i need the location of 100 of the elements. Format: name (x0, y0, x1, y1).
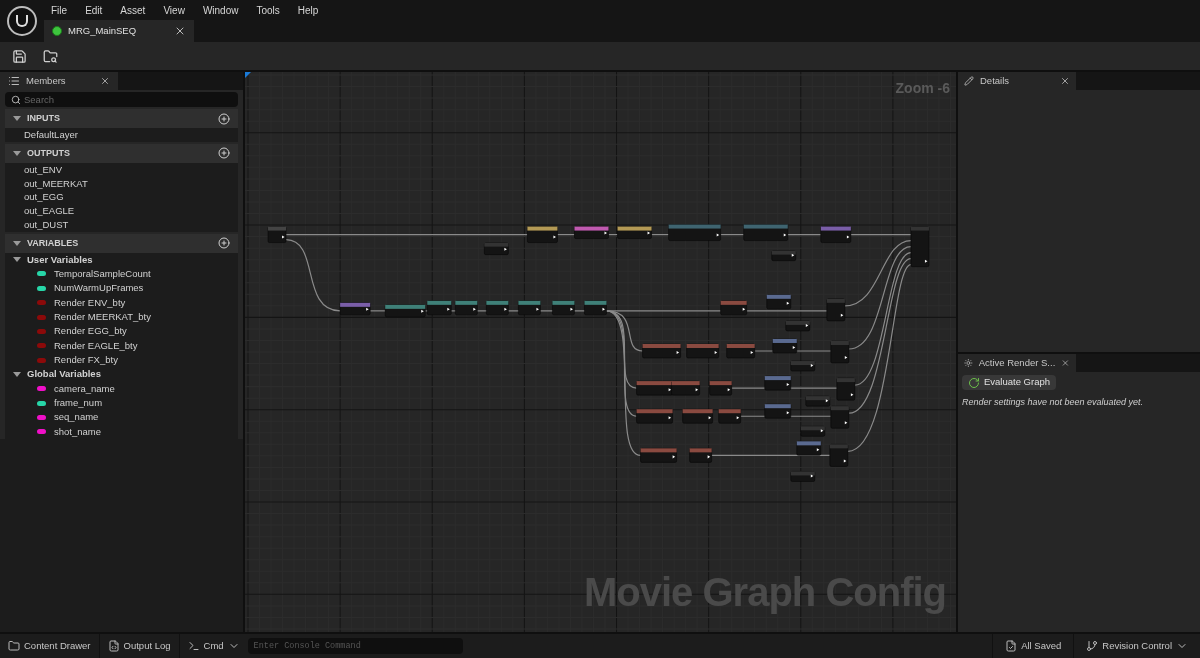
variable-name[interactable]: Render FX_bty (54, 353, 118, 368)
section-header[interactable]: INPUTS (5, 109, 238, 128)
graph-node[interactable] (384, 304, 426, 318)
graph-node[interactable] (689, 448, 712, 463)
panel-tab[interactable]: Active Render S... (958, 354, 1076, 372)
menu-item[interactable]: Help (297, 2, 319, 18)
member-item[interactable]: DefaultLayer (5, 128, 238, 142)
graph-node[interactable] (671, 380, 700, 396)
close-icon[interactable] (1060, 76, 1070, 86)
graph-node[interactable] (617, 226, 652, 239)
graph-node[interactable] (636, 408, 673, 424)
variable-name[interactable]: Render MEERKAT_bty (54, 310, 151, 325)
console-input-field[interactable]: Enter Console Command (247, 638, 463, 654)
graph-node[interactable] (640, 448, 677, 463)
expand-arrow-icon[interactable] (13, 372, 21, 377)
graph-node[interactable] (830, 340, 850, 364)
graph-node[interactable] (720, 300, 747, 316)
graph-node[interactable] (766, 294, 791, 310)
graph-node[interactable] (800, 426, 826, 437)
document-tab[interactable]: MRG_MainSEQ (44, 20, 194, 42)
panel-tab[interactable]: Members (0, 72, 118, 90)
expand-arrow-icon[interactable] (13, 150, 21, 156)
graph-node[interactable] (642, 343, 681, 359)
expand-arrow-icon[interactable] (13, 257, 21, 263)
section-title: VARIABLES (27, 236, 80, 250)
graph-node[interactable] (574, 226, 609, 239)
graph-node[interactable] (726, 343, 755, 359)
graph-node[interactable] (805, 395, 831, 407)
expand-arrow-icon[interactable] (13, 116, 21, 121)
panel-tab[interactable]: Details (958, 72, 1076, 90)
graph-node[interactable] (668, 224, 721, 241)
variable-name[interactable]: seq_name (54, 410, 99, 425)
variable-name[interactable]: Render EAGLE_bty (54, 338, 138, 354)
graph-node[interactable] (785, 320, 811, 332)
graph-node[interactable] (764, 375, 791, 391)
graph-node[interactable] (427, 300, 452, 316)
graph-node[interactable] (830, 405, 850, 429)
cmd-dropdown[interactable]: Cmd (179, 634, 248, 658)
graph-node[interactable] (455, 300, 478, 316)
graph-node[interactable] (636, 380, 673, 396)
expand-arrow-icon[interactable] (13, 240, 21, 246)
graph-node[interactable] (771, 250, 796, 261)
folder-search-icon[interactable] (43, 48, 58, 64)
engine-logo-icon[interactable] (7, 6, 37, 36)
graph-node[interactable] (267, 226, 287, 243)
graph-node[interactable] (518, 300, 541, 316)
revision-control-button[interactable]: Revision Control (1074, 634, 1200, 658)
graph-node[interactable] (743, 224, 788, 241)
graph-node[interactable] (764, 403, 791, 419)
graph-node[interactable] (484, 242, 509, 255)
close-icon[interactable] (100, 76, 110, 86)
graph-node[interactable] (790, 471, 816, 482)
graph-node[interactable] (486, 300, 509, 316)
variable-name[interactable]: TemporalSampleCount (54, 266, 151, 282)
graph-node[interactable] (682, 408, 713, 424)
graph-node[interactable] (772, 338, 798, 354)
graph-node[interactable] (910, 226, 930, 267)
output-log-button[interactable]: Output Log (99, 634, 180, 658)
graph-node[interactable] (836, 377, 856, 401)
close-icon[interactable] (174, 25, 186, 37)
save-icon[interactable] (12, 48, 27, 64)
graph-node[interactable] (527, 226, 558, 243)
graph-node[interactable] (686, 343, 719, 359)
all-saved-button[interactable]: All Saved (993, 634, 1075, 658)
graph-node[interactable] (339, 302, 371, 316)
variable-name[interactable]: NumWarmUpFrames (54, 281, 144, 296)
corner-marker-icon (245, 72, 251, 78)
variable-name[interactable]: Render EGG_bty (54, 324, 127, 339)
graph-node[interactable] (826, 298, 846, 322)
variable-name[interactable]: frame_num (54, 395, 103, 411)
section-header[interactable]: VARIABLES (5, 233, 238, 253)
add-icon[interactable] (218, 147, 230, 160)
menu-item[interactable]: View (163, 2, 185, 18)
menu-item[interactable]: Tools (256, 2, 280, 18)
add-icon[interactable] (218, 112, 230, 125)
member-item[interactable]: out_EGG (5, 190, 238, 205)
variable-name[interactable]: shot_name (54, 424, 101, 439)
menu-item[interactable]: Asset (120, 2, 146, 18)
graph-node[interactable] (820, 226, 852, 243)
refresh-icon (968, 376, 980, 389)
graph-node[interactable] (584, 300, 607, 316)
graph-node[interactable] (718, 408, 741, 424)
add-icon[interactable] (218, 237, 230, 250)
search-field[interactable]: Search (5, 92, 238, 107)
graph-node[interactable] (552, 300, 575, 316)
group-header[interactable]: User Variables (5, 252, 238, 267)
evaluate-graph-button[interactable]: Evaluate Graph (962, 375, 1056, 390)
member-item[interactable]: out_EAGLE (5, 204, 238, 218)
graph-node[interactable] (709, 380, 732, 396)
variable-name[interactable]: camera_name (54, 381, 115, 396)
menu-item[interactable]: Edit (85, 2, 103, 18)
menu-item[interactable]: File (51, 2, 68, 18)
group-header[interactable]: Global Variables (5, 367, 238, 382)
graph-node[interactable] (796, 441, 822, 456)
variable-name[interactable]: Render ENV_bty (54, 295, 126, 310)
content-drawer-button[interactable]: Content Drawer (0, 634, 100, 658)
section-header[interactable]: OUTPUTS (5, 143, 238, 163)
graph-node[interactable] (829, 444, 849, 467)
graph-node[interactable] (790, 360, 816, 372)
menu-item[interactable]: Window (202, 2, 239, 18)
